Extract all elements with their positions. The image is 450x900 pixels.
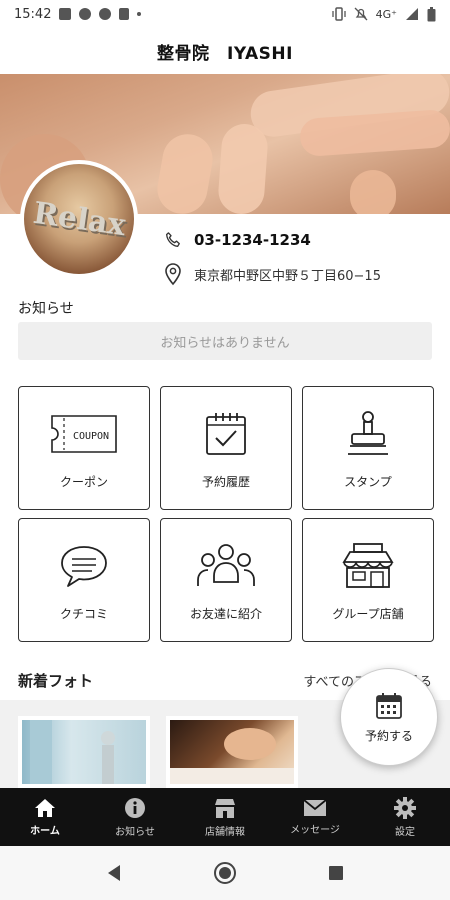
bottom-navigation: ホーム お知らせ 店舗情報 メッセージ 設定 [0, 788, 450, 846]
mail-icon [303, 798, 327, 816]
refer-friend-tile[interactable]: お友達に紹介 [160, 518, 292, 642]
refer-friend-label: お友達に紹介 [189, 606, 262, 621]
reservation-history-tile[interactable]: 予約履歴 [160, 386, 292, 510]
nav-home-label: ホーム [30, 825, 60, 837]
line-notification-icon [99, 8, 112, 20]
speech-bubble-icon [49, 539, 119, 593]
image-notification-icon [59, 8, 72, 20]
nav-store-info[interactable]: 店舗情報 [180, 788, 270, 846]
photo-thumbnail[interactable] [18, 716, 150, 788]
chat-notification-icon [79, 8, 92, 20]
home-icon [35, 798, 55, 817]
mute-icon [354, 7, 368, 21]
photos-title: 新着フォト [18, 671, 94, 690]
shop-avatar: Relax [20, 160, 138, 278]
calendar-check-icon [191, 407, 261, 461]
coupon-label: クーポン [59, 474, 108, 489]
gear-icon [394, 796, 416, 819]
news-heading: お知らせ [18, 301, 74, 317]
nav-home[interactable]: ホーム [0, 788, 90, 846]
back-icon[interactable] [106, 864, 122, 882]
phone-row[interactable]: 03-1234-1234 [162, 224, 442, 256]
home-system-icon[interactable] [213, 861, 237, 885]
reservation-history-label: 予約履歴 [201, 474, 250, 489]
coupon-icon: COUPON [49, 407, 119, 461]
address-text[interactable]: 東京都中野区中野５丁目60−15 [194, 265, 381, 284]
stamp-tile[interactable]: スタンプ [302, 386, 434, 510]
nav-notices-label: お知らせ [115, 826, 155, 838]
nav-messages-label: メッセージ [290, 824, 340, 836]
news-empty-box: お知らせはありません [18, 322, 432, 360]
calendar-icon [376, 692, 402, 719]
reviews-tile[interactable]: クチコミ [18, 518, 150, 642]
recents-icon[interactable] [328, 865, 344, 881]
nav-notices[interactable]: お知らせ [90, 788, 180, 846]
store-icon [333, 539, 403, 593]
signal-icon [406, 8, 418, 20]
group-stores-label: グループ店舗 [332, 606, 404, 621]
avatar-logo-text: Relax [30, 195, 128, 243]
status-time: 15:42 [14, 6, 52, 22]
phone-icon [162, 229, 184, 251]
more-notifications-icon [137, 12, 142, 16]
page-title: 整骨院 IYASHI [157, 43, 293, 64]
person-notification-icon [119, 8, 130, 20]
vibrate-icon [332, 7, 346, 21]
nav-settings-label: 設定 [395, 826, 415, 838]
reserve-button[interactable]: 予約する [340, 668, 438, 766]
group-stores-tile[interactable]: グループ店舗 [302, 518, 434, 642]
photo-thumbnail[interactable] [166, 716, 298, 788]
phone-number[interactable]: 03-1234-1234 [194, 231, 311, 249]
status-bar: 15:42 4G⁺ [0, 0, 450, 28]
reviews-label: クチコミ [59, 606, 108, 621]
nav-messages[interactable]: メッセージ [270, 788, 360, 846]
reserve-label: 予約する [364, 728, 413, 743]
friends-icon [191, 539, 261, 593]
info-icon [125, 797, 145, 818]
stamp-label: スタンプ [344, 474, 392, 489]
battery-icon [427, 6, 436, 21]
coupon-tile[interactable]: COUPON クーポン [18, 386, 150, 510]
nav-store-info-label: 店舗情報 [205, 826, 245, 838]
store-icon [215, 798, 235, 818]
network-type: 4G⁺ [375, 7, 397, 21]
address-row[interactable]: 東京都中野区中野５丁目60−15 [162, 258, 442, 290]
stamp-icon [333, 407, 403, 461]
system-navigation-bar [0, 846, 450, 900]
map-pin-icon [162, 263, 184, 286]
nav-settings[interactable]: 設定 [360, 788, 450, 846]
svg-text:COUPON: COUPON [73, 431, 109, 442]
contact-info: 03-1234-1234 東京都中野区中野５丁目60−15 [162, 224, 442, 290]
menu-grid: COUPON クーポン 予約履歴 スタンプ クチコミ お友達に紹介 グループ店舗 [18, 386, 434, 642]
